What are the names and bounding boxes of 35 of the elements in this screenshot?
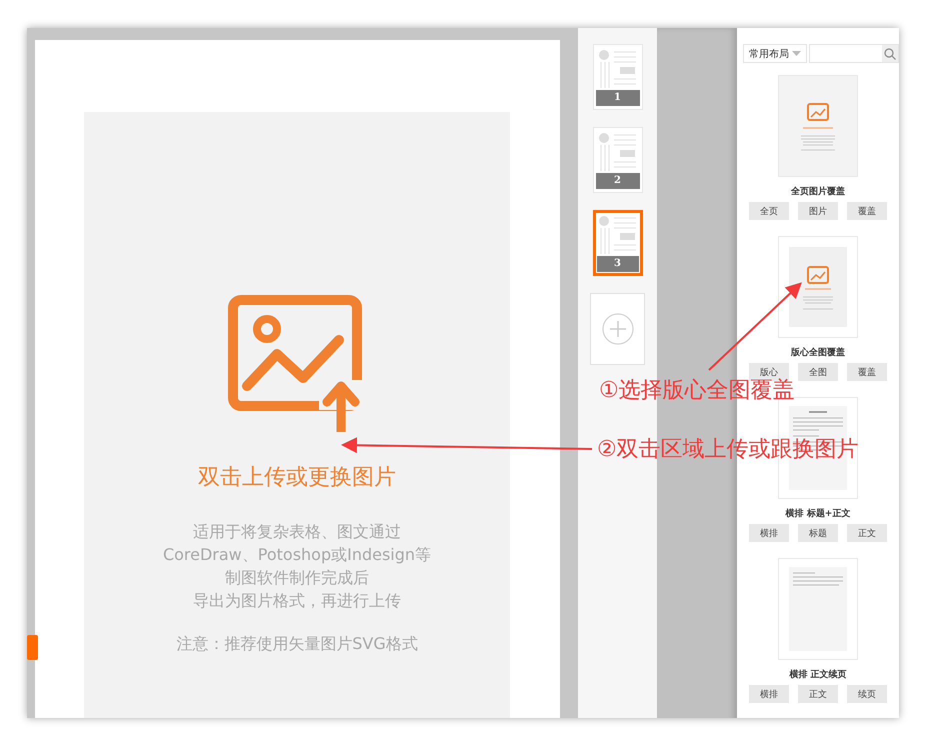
annotation-text: ②双击区域上传或跟换图片	[597, 436, 859, 464]
layout-title: 横排 正文续页	[789, 668, 847, 681]
page-number: 3	[596, 256, 638, 272]
page-number: 2	[596, 173, 640, 189]
category-select[interactable]: 常用布局	[743, 44, 807, 63]
add-page-button[interactable]	[590, 293, 645, 365]
layout-tag-button[interactable]: 标题	[798, 524, 838, 542]
layout-tag-button[interactable]: 全页	[749, 202, 789, 220]
plus-icon	[602, 313, 634, 345]
layout-tag-button[interactable]: 覆盖	[847, 202, 887, 220]
layout-tag-button[interactable]: 续页	[847, 685, 887, 703]
side-handle[interactable]	[27, 635, 38, 660]
layout-tag-button[interactable]: 横排	[749, 685, 789, 703]
layout-tag-button[interactable]: 横排	[749, 524, 789, 542]
layout-title: 版心全图覆盖	[791, 346, 845, 359]
note-text: 注意：推荐使用矢量图片SVG格式	[176, 634, 418, 655]
layout-tag-button[interactable]: 正文	[798, 685, 838, 703]
layout-title: 横排 标题+正文	[786, 507, 850, 520]
layout-tag-button[interactable]: 覆盖	[847, 363, 887, 381]
page-number: 1	[596, 90, 640, 106]
search-field[interactable]	[809, 44, 899, 63]
page-thumbnail[interactable]: 3	[592, 210, 642, 276]
description-line: 导出为图片格式，再进行上传	[192, 590, 401, 612]
layout-tag-button[interactable]: 正文	[847, 524, 887, 542]
upload-title: 双击上传或更换图片	[198, 464, 396, 492]
page-thumbnail[interactable]: 1	[592, 44, 642, 110]
layout-tag-button[interactable]: 全图	[798, 363, 838, 381]
page-thumbnail[interactable]: 2	[592, 127, 642, 193]
description-line: CoreDraw、Potoshop或Indesign等	[162, 544, 432, 566]
description-line: 适用于将复杂表格、图文通过	[192, 521, 401, 543]
caret-icon	[792, 51, 801, 56]
layout-title: 全页图片覆盖	[791, 185, 845, 198]
description-line: 制图软件制作完成后	[224, 567, 369, 589]
layout-tag-button[interactable]: 图片	[798, 202, 838, 220]
search-icon	[884, 48, 896, 60]
